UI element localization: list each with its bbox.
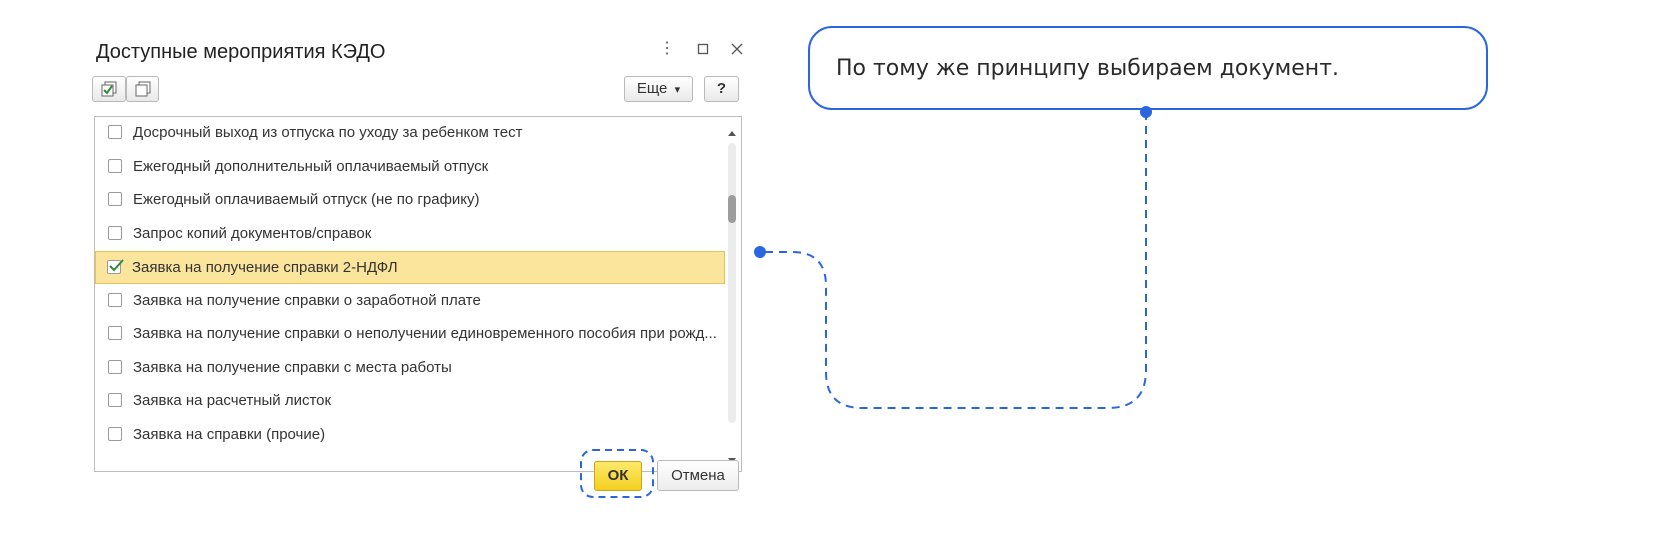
ok-highlight: [580, 449, 654, 498]
connector-dot-top: [1140, 106, 1152, 118]
connector-line: [760, 112, 1147, 409]
annotation-overlay: [580, 106, 1152, 498]
connector-dot-left: [754, 246, 766, 258]
